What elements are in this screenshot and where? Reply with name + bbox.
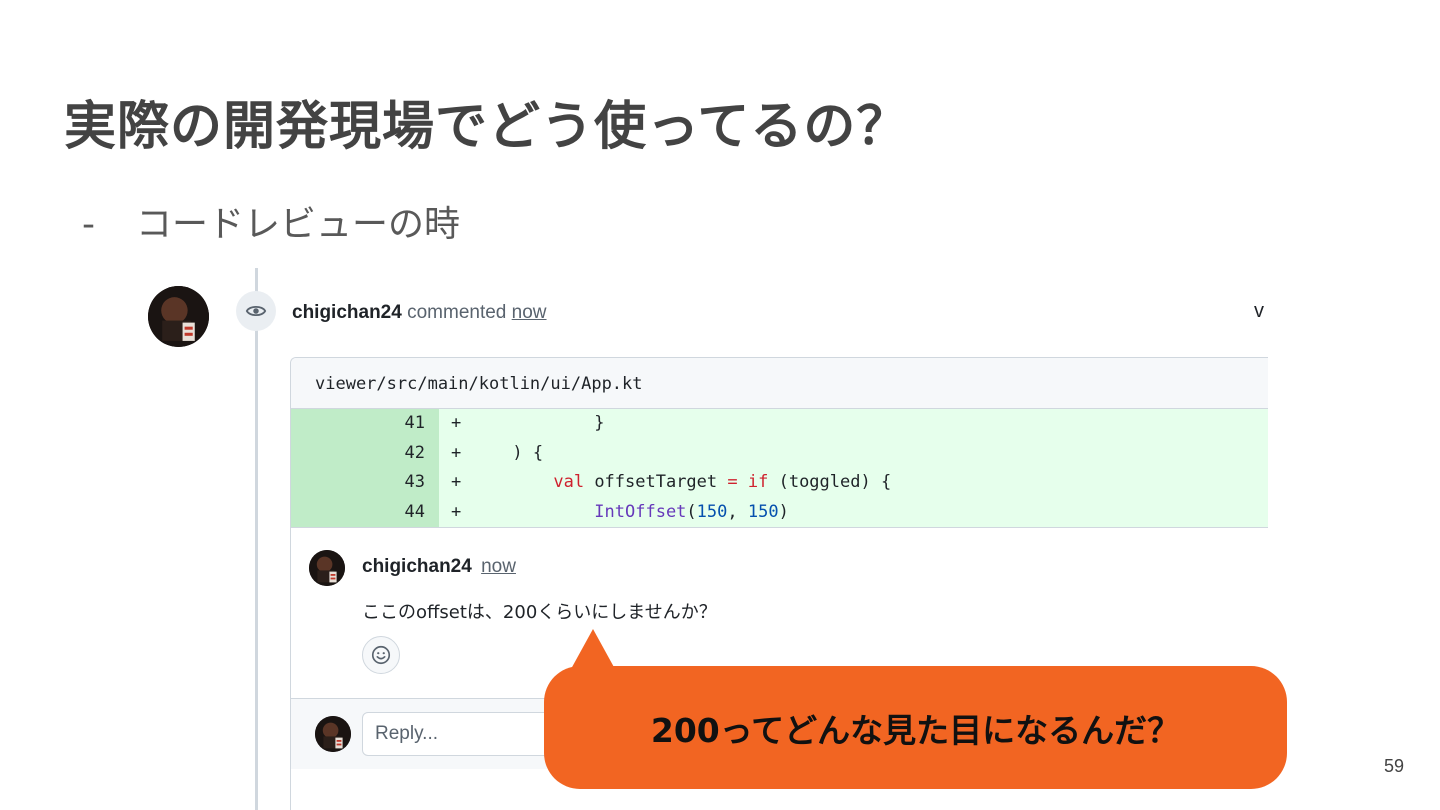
line-number[interactable]: 43 (291, 468, 439, 498)
comment-author[interactable]: chigichan24 (292, 302, 402, 323)
avatar-image (309, 550, 345, 586)
bullet-dash: - (82, 204, 95, 245)
diff-line: 44 + IntOffset(150, 150) (291, 497, 1268, 527)
diff-code: + val offsetTarget = if (toggled) { (439, 468, 1268, 498)
review-body: ここのoffsetは、200くらいにしませんか？ (362, 602, 717, 623)
callout-bubble: 200ってどんな見た目になるんだ？ (544, 666, 1287, 789)
timeline-line (255, 268, 258, 810)
line-number[interactable]: 42 (291, 438, 439, 468)
diff-line: 43 + val offsetTarget = if (toggled) { (291, 468, 1268, 498)
add-reaction-button[interactable] (362, 636, 400, 674)
callout-tail (571, 629, 615, 669)
slide-title: 実際の開発現場でどう使ってるの？ (64, 97, 910, 157)
avatar (315, 716, 351, 752)
comment-time[interactable]: now (512, 302, 547, 323)
avatar[interactable] (148, 286, 209, 347)
page-number: 59 (1384, 756, 1405, 776)
review-time[interactable]: now (481, 556, 516, 577)
diff-line: 42 + ) { (291, 438, 1268, 468)
bullet-item: - コードレビューの時 (82, 195, 460, 247)
avatar[interactable] (309, 550, 345, 586)
comment-action: commented (407, 302, 507, 323)
review-header: chigichan24 now (362, 556, 516, 578)
eye-badge (236, 291, 276, 331)
review-author[interactable]: chigichan24 (362, 556, 472, 577)
avatar-image (315, 716, 351, 752)
diff-code: + } (439, 409, 1268, 439)
avatar-image (148, 286, 209, 347)
diff-code: + ) { (439, 438, 1268, 468)
comment-header: chigichan24 commented now (292, 302, 547, 324)
diff-code: + IntOffset(150, 150) (439, 497, 1268, 527)
line-number[interactable]: 41 (291, 409, 439, 439)
bullet-text: コードレビューの時 (136, 204, 461, 245)
eye-icon (245, 305, 267, 317)
diff-line: 41 + } (291, 409, 1268, 439)
smiley-icon (371, 645, 391, 665)
callout-text: 200ってどんな見た目になるんだ？ (650, 710, 1181, 750)
collapse-chevron-icon[interactable]: v (1254, 300, 1264, 323)
line-number[interactable]: 44 (291, 497, 439, 527)
file-path[interactable]: viewer/src/main/kotlin/ui/App.kt (291, 358, 1268, 409)
